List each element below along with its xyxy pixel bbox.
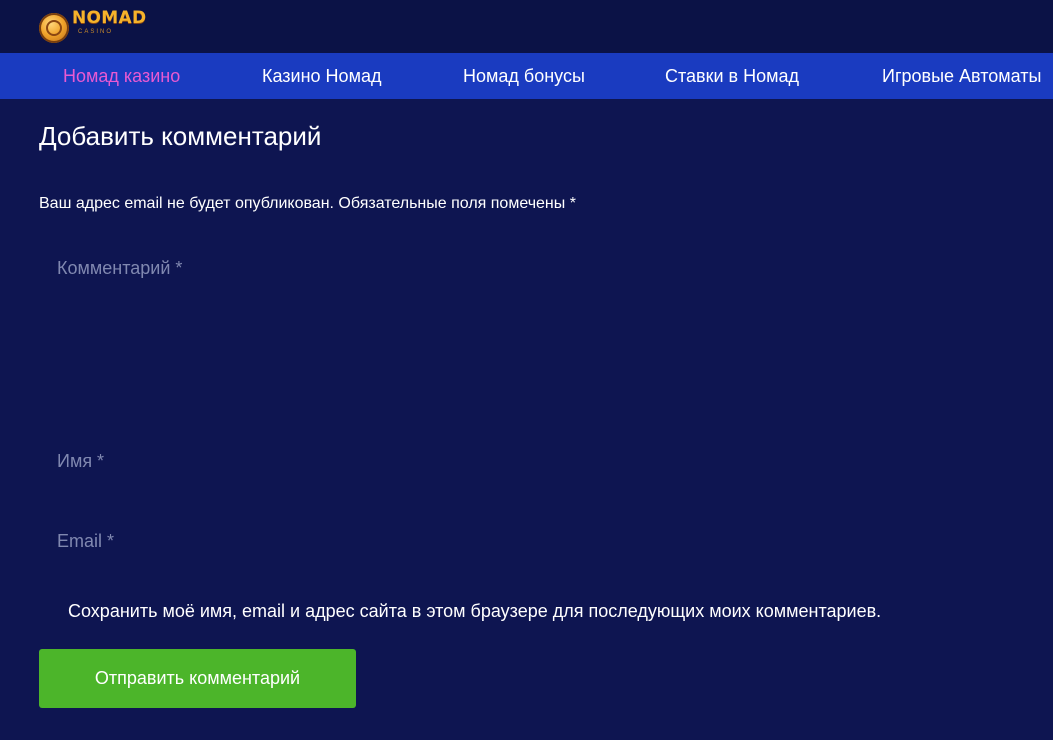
nav-item-nomad-casino[interactable]: Номад казино <box>63 53 180 99</box>
nav-item-nomad-betting[interactable]: Ставки в Номад <box>665 53 799 99</box>
comment-form-heading: Добавить комментарий <box>39 121 322 151</box>
logo-word: NOMAD <box>72 8 147 28</box>
submit-comment-button[interactable]: Отправить комментарий <box>39 649 356 708</box>
top-bar: NOMAD CASINO <box>0 0 1053 53</box>
page: NOMAD CASINO Номад казино Казино Номад Н… <box>0 0 1053 740</box>
save-details-consent-label[interactable]: Сохранить моё имя, email и адрес сайта в… <box>68 598 881 624</box>
site-logo[interactable]: NOMAD CASINO <box>39 7 146 45</box>
email-input[interactable] <box>39 521 1039 561</box>
logo-text: NOMAD CASINO <box>72 7 146 35</box>
name-input[interactable] <box>39 441 1039 481</box>
medallion-icon <box>39 13 69 43</box>
logo-subtitle: CASINO <box>78 29 114 35</box>
nav-item-slot-machines[interactable]: Игровые Автоматы <box>882 53 1041 99</box>
nav-item-nomad-bonuses[interactable]: Номад бонусы <box>463 53 585 99</box>
main-nav: Номад казино Казино Номад Номад бонусы С… <box>0 53 1053 99</box>
required-fields-notice: Ваш адрес email не будет опубликован. Об… <box>39 195 576 212</box>
comment-textarea[interactable] <box>39 248 1039 418</box>
nav-item-casino-nomad[interactable]: Казино Номад <box>262 53 381 99</box>
